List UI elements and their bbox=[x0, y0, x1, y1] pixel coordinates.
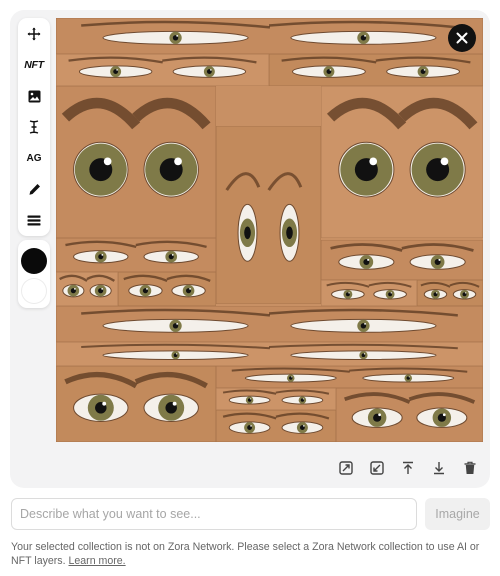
eye-collage-tile bbox=[56, 306, 483, 342]
expand-button[interactable] bbox=[334, 456, 358, 480]
delete-button[interactable] bbox=[458, 456, 482, 480]
eye-collage-tile bbox=[269, 54, 483, 86]
color-swatch-black[interactable] bbox=[21, 248, 47, 274]
eye-collage-tile bbox=[321, 280, 417, 306]
eye-collage-tile bbox=[56, 366, 216, 442]
image-tool[interactable] bbox=[18, 82, 50, 110]
color-swatch-white[interactable] bbox=[21, 278, 47, 304]
text-tool[interactable] bbox=[18, 113, 50, 141]
eye-collage-tile bbox=[118, 272, 216, 306]
nft-label: NFT bbox=[24, 59, 44, 71]
expand-icon bbox=[339, 461, 353, 475]
shrink-icon bbox=[370, 461, 384, 475]
learn-more-link[interactable]: Learn more. bbox=[69, 555, 126, 567]
eye-collage-tile bbox=[216, 126, 321, 304]
image-icon bbox=[28, 90, 40, 102]
eye-collage-tile bbox=[216, 410, 336, 442]
pen-icon bbox=[29, 183, 40, 195]
color-swatches bbox=[18, 240, 50, 308]
draw-tool[interactable] bbox=[18, 175, 50, 203]
eye-collage-tile bbox=[417, 280, 483, 306]
eye-collage-tile bbox=[216, 366, 483, 388]
eye-collage-tile bbox=[56, 18, 483, 54]
close-icon bbox=[456, 32, 468, 44]
shrink-button[interactable] bbox=[365, 456, 389, 480]
imagine-button[interactable]: Imagine bbox=[425, 498, 490, 530]
eye-collage-tile bbox=[321, 240, 483, 280]
eye-collage-tile bbox=[56, 86, 216, 238]
eye-collage-tile bbox=[56, 238, 216, 272]
eye-collage-tile bbox=[56, 54, 269, 86]
image-canvas[interactable] bbox=[56, 18, 483, 442]
eye-collage-tile bbox=[336, 388, 483, 442]
ai-generate-label: AG bbox=[26, 152, 42, 164]
ai-generate-button[interactable]: AG bbox=[18, 144, 50, 172]
upload-icon bbox=[403, 461, 413, 474]
download-icon bbox=[434, 462, 444, 475]
prompt-input[interactable] bbox=[11, 498, 417, 530]
zora-network-notice: Your selected collection is not on Zora … bbox=[11, 540, 491, 568]
eye-collage-tile bbox=[321, 86, 483, 238]
eye-collage-tile bbox=[56, 342, 483, 366]
eye-collage-tile bbox=[216, 388, 336, 410]
trash-icon bbox=[464, 461, 476, 474]
nft-layer-button[interactable]: NFT bbox=[18, 51, 50, 79]
close-button[interactable] bbox=[448, 24, 476, 52]
layers-icon bbox=[27, 215, 41, 225]
download-button[interactable] bbox=[427, 456, 451, 480]
eye-collage-tile bbox=[56, 272, 118, 306]
text-cursor-icon bbox=[29, 120, 39, 134]
tool-palette: NFT AG bbox=[18, 18, 50, 236]
bring-to-front-button[interactable] bbox=[396, 456, 420, 480]
layers-tool[interactable] bbox=[18, 206, 50, 234]
move-icon bbox=[27, 27, 41, 41]
move-tool[interactable] bbox=[18, 20, 50, 48]
